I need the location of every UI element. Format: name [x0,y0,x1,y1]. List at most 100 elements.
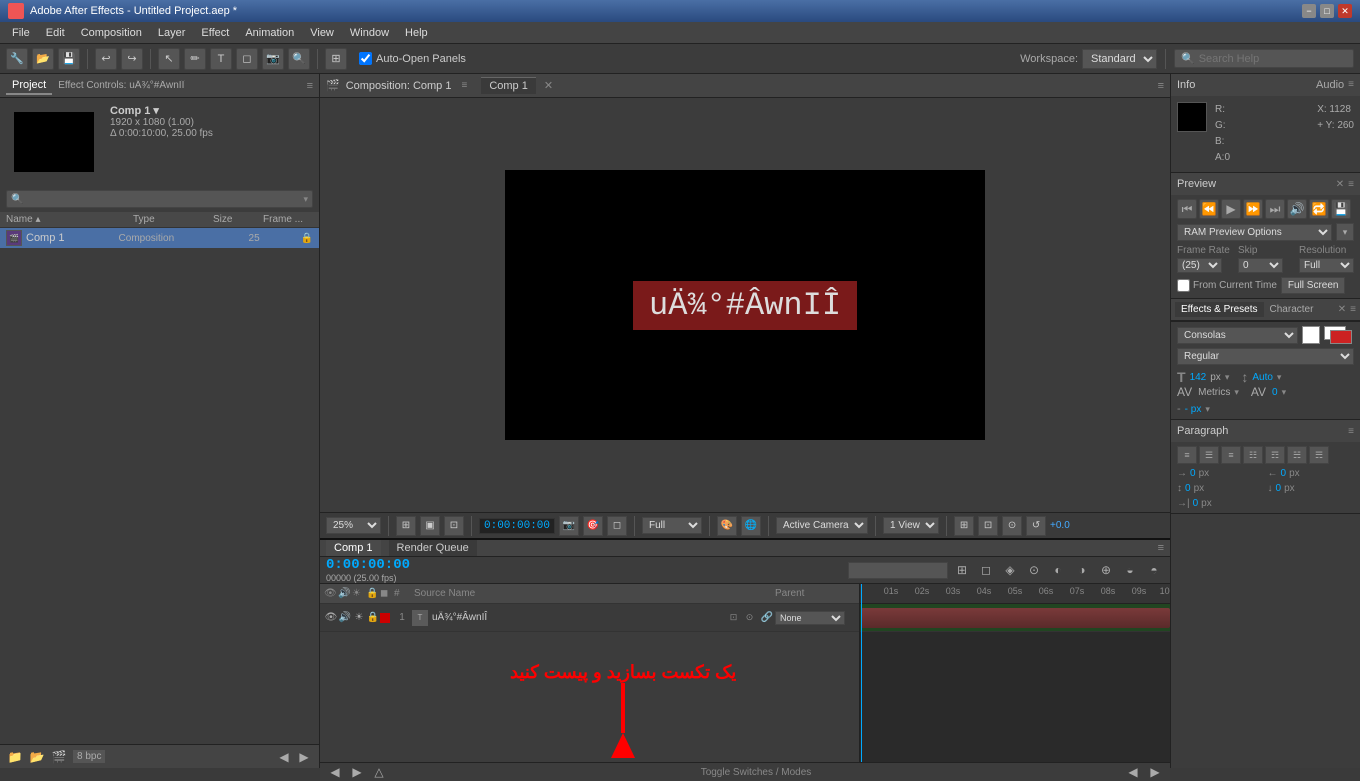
indent-val-5[interactable]: 0 [1193,498,1199,509]
import-btn[interactable]: 📁 [6,748,24,766]
region-btn[interactable]: ▣ [420,516,440,536]
tl-btn5[interactable]: ◐ [1048,560,1068,580]
camera-icon-btn[interactable]: 📷 [559,516,579,536]
timeline-tab-render[interactable]: Render Queue [389,540,477,556]
metrics-dropdown[interactable]: ▾ [1234,387,1239,398]
comp-name[interactable]: Comp 1 ▾ [110,104,213,117]
new-comp-btn[interactable]: 🎬 [50,748,68,766]
comp-close-icon[interactable]: ✕ [544,79,553,92]
zoom-select[interactable]: 25% 50% 100% [326,517,381,534]
shape-btn[interactable]: ◻ [607,516,627,536]
menu-help[interactable]: Help [397,25,436,41]
toolbar-pen[interactable]: ✏ [184,48,206,70]
from-current-time-check[interactable]: From Current Time [1177,277,1277,294]
timeline-search-input[interactable] [848,562,948,579]
color-btn[interactable]: 🎨 [717,516,737,536]
align-right-btn[interactable]: ≡ [1221,446,1241,464]
indent-val-2[interactable]: 0 [1281,468,1287,479]
toolbar-redo[interactable]: ↪ [121,48,143,70]
preview-close[interactable]: ✕ [1336,179,1344,190]
font-select[interactable]: Consolas [1177,327,1298,344]
preview-option-btn[interactable]: ▾ [1336,223,1354,241]
maximize-button[interactable]: □ [1320,4,1334,18]
tl-zoom-in[interactable]: ▶ [1146,763,1164,781]
last-frame-btn[interactable]: ⏭ [1265,199,1285,219]
align-center-btn[interactable]: ☰ [1199,446,1219,464]
tl-btn2[interactable]: ◻ [976,560,996,580]
close-button[interactable]: ✕ [1338,4,1352,18]
toolbar-undo[interactable]: ↩ [95,48,117,70]
skip-select[interactable]: 0 [1238,258,1283,273]
tracking-dropdown[interactable]: ▾ [1282,387,1287,398]
font-size-val[interactable]: 142 [1190,372,1207,383]
save-frame-btn[interactable]: 💾 [1331,199,1351,219]
col-frame[interactable]: Frame ... [263,214,313,225]
layer-row-1[interactable]: 👁 🔊 ☀ 🔒 1 T uÄ¾°#ÂwnIÎ ⊡ ⊙ 🔗 [320,604,859,632]
font-color-swatch[interactable] [1302,326,1320,344]
toolbar-select[interactable]: ↖ [158,48,180,70]
grid-btn[interactable]: ⊞ [396,516,416,536]
tl-nav-1[interactable]: ◀ [326,763,344,781]
auto-dropdown-icon[interactable]: ▾ [1277,372,1282,383]
from-current-checkbox[interactable] [1177,279,1190,292]
file-item-comp1[interactable]: 🎬 Comp 1 Composition 25 🔒 [0,228,319,248]
options-btn[interactable]: ⊙ [1002,516,1022,536]
first-frame-btn[interactable]: ⏮ [1177,199,1197,219]
timeline-timecode[interactable]: 0:00:00:00 [326,557,410,573]
tracking-val[interactable]: 0 [1272,387,1278,398]
sw1[interactable]: ⊡ [727,611,741,625]
toolbar-new[interactable]: 🔧 [6,48,28,70]
comp-timecode[interactable]: 0:00:00:00 [479,518,555,534]
toolbar-text[interactable]: T [210,48,232,70]
project-search-input[interactable] [23,193,303,205]
info-menu-icon[interactable]: ≡ [1348,79,1354,91]
frame-rate-select[interactable]: (25) [1177,258,1222,273]
align-justify-left-btn[interactable]: ☶ [1265,446,1285,464]
menu-view[interactable]: View [302,25,342,41]
menu-effect[interactable]: Effect [193,25,237,41]
toolbar-shape[interactable]: ◻ [236,48,258,70]
view-select[interactable]: 1 View [883,517,939,534]
effects-tab[interactable]: Effects & Presets [1175,302,1264,317]
track-bar-1[interactable] [861,608,1170,628]
toolbar-save[interactable]: 💾 [58,48,80,70]
px-val[interactable]: - px [1185,404,1202,415]
paragraph-menu-icon[interactable]: ≡ [1348,426,1354,437]
prev-frame-btn[interactable]: ⏪ [1199,199,1219,219]
comp-panel-menu[interactable]: ≡ [461,80,467,91]
timeline-tab-comp1[interactable]: Comp 1 [326,540,381,556]
auto-open-panels-checkbox[interactable] [359,52,372,65]
reset-btn[interactable]: ↺ [1026,516,1046,536]
menu-animation[interactable]: Animation [237,25,302,41]
motion-btn[interactable]: 🎯 [583,516,603,536]
layer-audio-btn[interactable]: 🔊 [338,611,352,625]
flow-btn[interactable]: ◀ [275,748,293,766]
menu-composition[interactable]: Composition [73,25,150,41]
layout-btn[interactable]: ⊞ [954,516,974,536]
layer-solo-btn[interactable]: ☀ [352,611,366,625]
audio-btn[interactable]: 🔊 [1287,199,1307,219]
align-justify-all-btn[interactable]: ☴ [1309,446,1329,464]
loop-btn[interactable]: 🔁 [1309,199,1329,219]
layer-lock-btn[interactable]: 🔒 [366,611,380,625]
search-dropdown-icon[interactable]: ▾ [303,194,308,205]
tl-btn3[interactable]: ◈ [1000,560,1020,580]
comp-header-menu[interactable]: ≡ [1158,80,1164,92]
align-left-btn[interactable]: ≡ [1177,446,1197,464]
snap-btn[interactable]: ⊡ [444,516,464,536]
menu-layer[interactable]: Layer [150,25,194,41]
timeline-menu-icon[interactable]: ≡ [1158,542,1164,554]
next-frame-btn[interactable]: ⏩ [1243,199,1263,219]
indent-val-4[interactable]: 0 [1276,483,1282,494]
col-type[interactable]: Type [133,214,213,225]
play-btn[interactable]: ▶ [1221,199,1241,219]
align-justify-btn[interactable]: ☷ [1243,446,1263,464]
col-size[interactable]: Size [213,214,263,225]
camera-select[interactable]: Active Camera [776,517,868,534]
tl-btn1[interactable]: ⊞ [952,560,972,580]
bg-swatch[interactable] [1330,330,1352,344]
tl-btn6[interactable]: ◑ [1072,560,1092,580]
panel-menu-icon[interactable]: ≡ [307,80,313,92]
project-tab[interactable]: Project [6,77,52,95]
tl-zoom-out[interactable]: ◀ [1124,763,1142,781]
